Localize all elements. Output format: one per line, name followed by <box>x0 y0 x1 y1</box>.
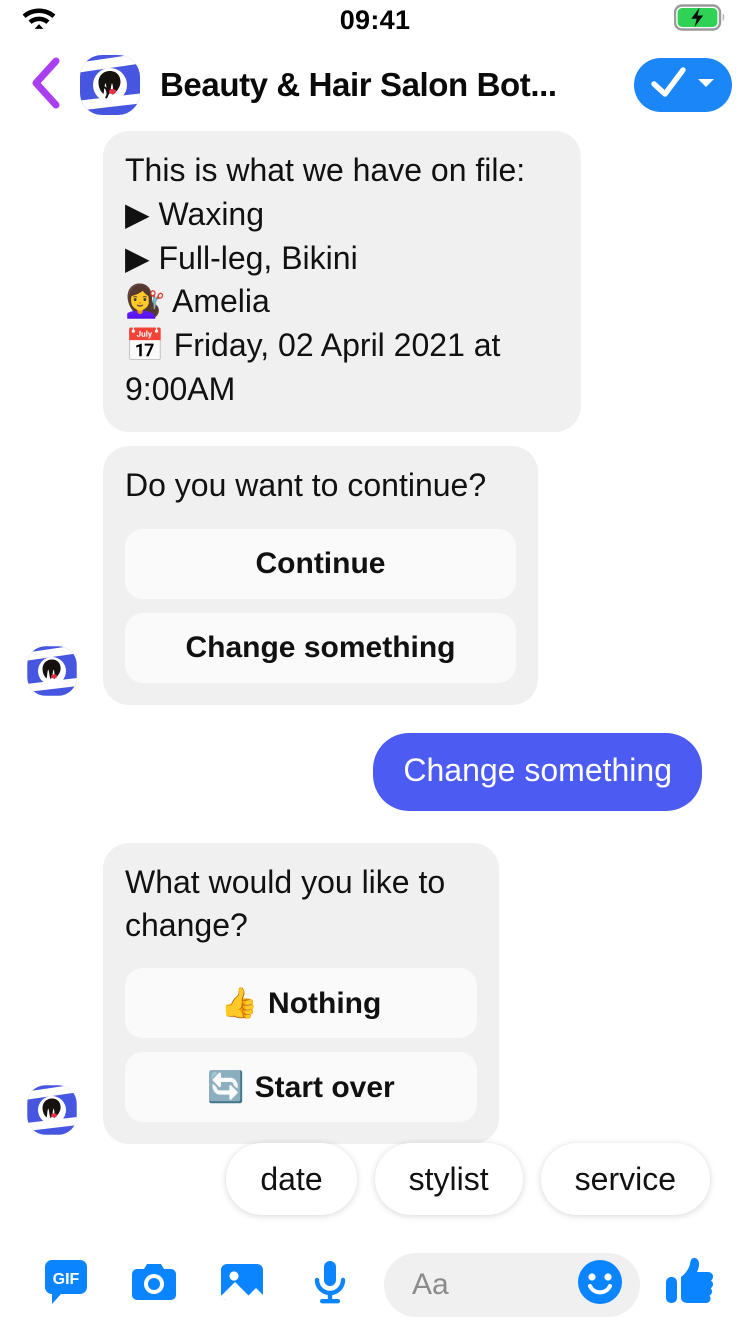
message-row: Change something <box>0 732 750 811</box>
confirm-dropdown-button[interactable] <box>634 58 732 112</box>
card-button-continue[interactable]: Continue <box>125 528 516 599</box>
message-thread: This is what we have on file: ▶ Waxing ▶… <box>0 130 750 1235</box>
status-bar-time: 09:41 <box>339 5 411 35</box>
salon-bot-avatar-small <box>24 643 80 699</box>
quick-reply-label: stylist <box>408 1160 489 1197</box>
user-message-bubble: Change something <box>373 732 702 811</box>
message-row: This is what we have on file: ▶ Waxing ▶… <box>0 131 750 432</box>
card-button-change-something[interactable]: Change something <box>125 612 516 683</box>
chat-header: Beauty & Hair Salon Bot... <box>0 40 750 130</box>
quick-reply-label: service <box>574 1160 676 1197</box>
message-line: 💇‍♀️ Amelia <box>125 283 270 320</box>
refresh-emoji-icon: 🔄 <box>207 1070 245 1104</box>
camera-icon <box>128 1256 180 1313</box>
message-input-placeholder: Aa <box>412 1267 449 1301</box>
card-button-label: Start over <box>254 1070 395 1104</box>
smiley-icon[interactable] <box>574 1256 626 1313</box>
card-button-label: Change something <box>185 631 456 665</box>
photo-button[interactable] <box>198 1256 286 1313</box>
status-bar-right <box>673 4 728 36</box>
bot-avatar-thread <box>0 1082 103 1144</box>
messenger-screen: 09:41 Beauty & Hair Salon Bot... This is… <box>0 0 750 1334</box>
message-input[interactable]: Aa <box>384 1252 640 1317</box>
message-row: Do you want to continue? Continue Change… <box>0 445 750 705</box>
message-row: What would you like to change? 👍 Nothing… <box>0 842 750 1145</box>
gif-button[interactable]: GIF <box>22 1256 110 1313</box>
photo-icon <box>216 1256 268 1313</box>
bot-avatar-thread <box>0 643 103 705</box>
card-button-label: Nothing <box>268 986 382 1020</box>
message-line: This is what we have on file: <box>125 152 526 188</box>
user-message-text: Change something <box>403 751 672 788</box>
chevron-down-icon <box>696 76 716 95</box>
back-chevron-icon <box>29 57 63 114</box>
composer-bar: GIF Aa <box>0 1235 750 1334</box>
quick-reply-stylist[interactable]: stylist <box>374 1143 523 1215</box>
bot-message-bubble: This is what we have on file: ▶ Waxing ▶… <box>103 131 581 432</box>
microphone-icon <box>304 1256 356 1313</box>
card-question: Do you want to continue? <box>125 466 487 503</box>
status-bar: 09:41 <box>0 0 750 40</box>
message-line: ▶ Waxing <box>125 195 265 232</box>
page-title: Beauty & Hair Salon Bot... <box>160 66 557 103</box>
card-question: What would you like to change? <box>125 863 446 943</box>
card-button-label: Continue <box>255 547 386 581</box>
quick-reply-service[interactable]: service <box>540 1143 710 1215</box>
battery-charging-icon <box>673 4 728 36</box>
quick-reply-label: date <box>260 1160 323 1197</box>
gif-icon: GIF <box>40 1256 92 1313</box>
thumbs-up-emoji-icon: 👍 <box>220 986 259 1020</box>
message-line: 📅 Friday, 02 April 2021 at 9:00AM <box>125 327 501 408</box>
back-button[interactable] <box>24 57 68 114</box>
bot-card-bubble: What would you like to change? 👍 Nothing… <box>103 842 499 1145</box>
message-line: ▶ Full-leg, Bikini <box>125 239 358 276</box>
wifi-icon <box>22 5 56 36</box>
svg-text:GIF: GIF <box>53 1271 80 1288</box>
salon-bot-avatar[interactable] <box>76 51 144 119</box>
card-button-start-over[interactable]: 🔄 Start over <box>125 1052 477 1123</box>
card-button-nothing[interactable]: 👍 Nothing <box>125 968 477 1039</box>
camera-button[interactable] <box>110 1256 198 1313</box>
salon-bot-avatar-small <box>24 1082 80 1138</box>
thumbs-up-button[interactable] <box>650 1255 728 1314</box>
quick-reply-row: date stylist service <box>0 1143 750 1215</box>
thumbs-up-icon <box>662 1255 716 1314</box>
microphone-button[interactable] <box>286 1256 374 1313</box>
bot-card-bubble: Do you want to continue? Continue Change… <box>103 445 538 705</box>
quick-reply-date[interactable]: date <box>226 1143 357 1215</box>
checkmark-icon <box>650 65 692 106</box>
status-bar-left <box>22 5 56 36</box>
avatar-spacer <box>0 426 103 432</box>
